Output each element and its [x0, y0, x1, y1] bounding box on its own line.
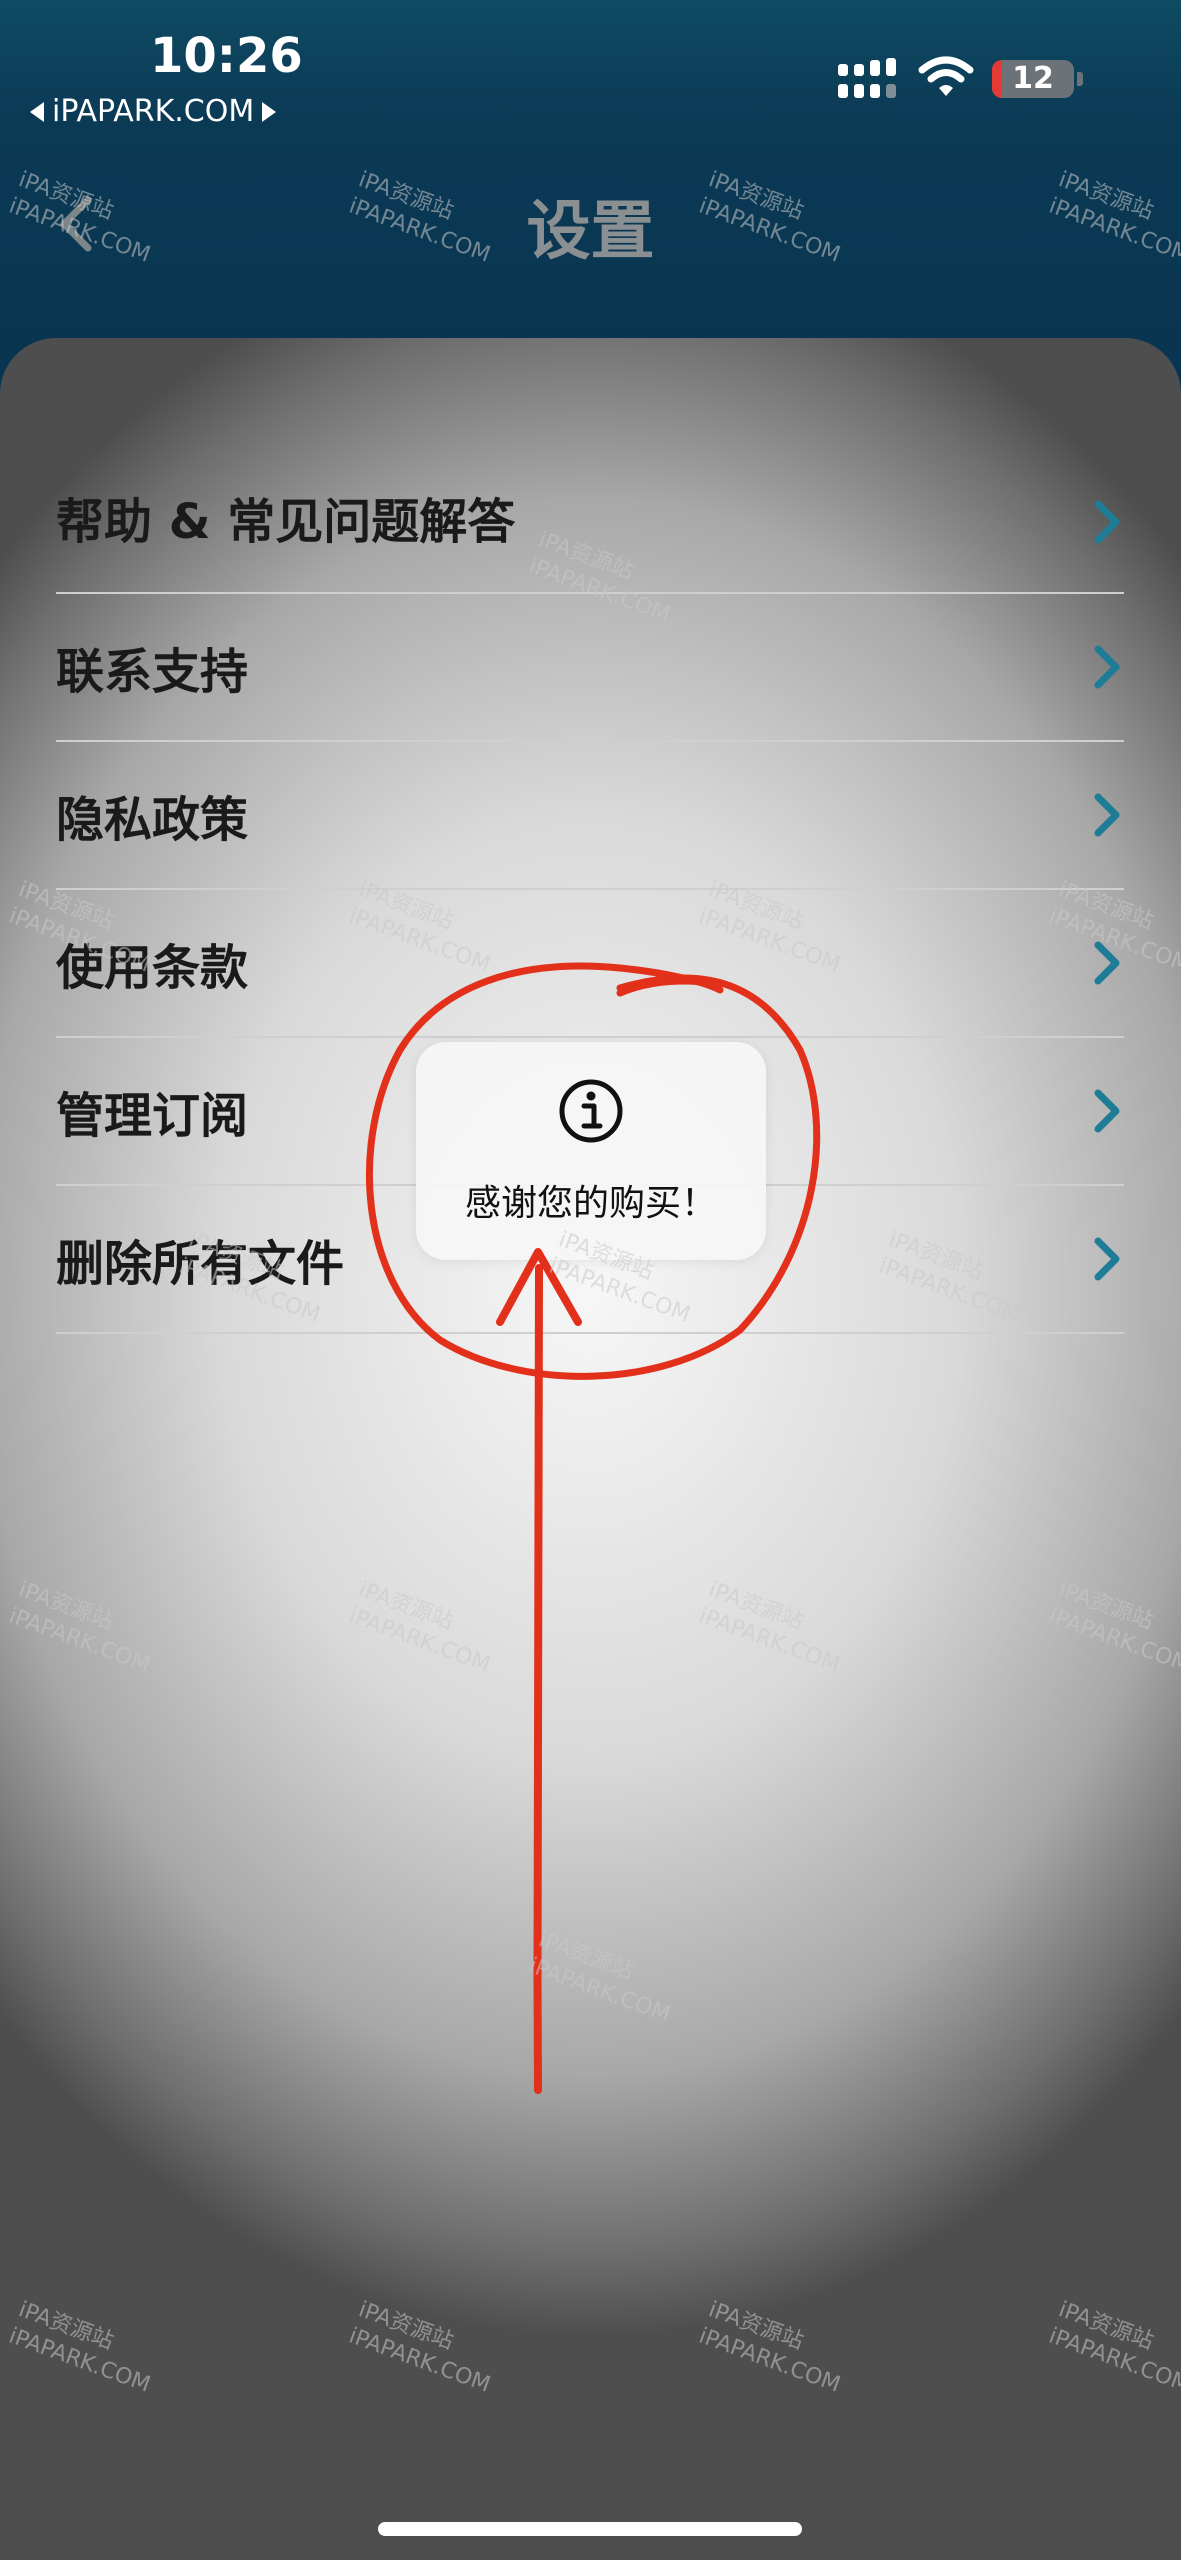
status-time: 10:26	[150, 28, 303, 84]
menu-item-terms-of-use[interactable]: 使用条款	[56, 890, 1124, 1038]
chevron-right-icon	[1094, 500, 1120, 544]
wifi-icon	[918, 56, 974, 96]
page-title: 设置	[526, 195, 655, 269]
info-icon	[559, 1079, 623, 1143]
home-indicator[interactable]	[378, 2522, 802, 2536]
back-to-app-link[interactable]: iPAPARK.COM	[30, 94, 277, 129]
menu-item-label: 管理订阅	[56, 1088, 249, 1144]
toast-message: 感谢您的购买！	[464, 1183, 717, 1224]
cellular-signal-icon	[838, 58, 896, 98]
chevron-right-icon	[1094, 793, 1120, 837]
settings-screen: 10:26 iPAPARK.COM 12 设置 帮助 & 常见问题解答 联系支持…	[0, 0, 1181, 2560]
triangle-left-icon	[30, 101, 44, 122]
back-app-label: iPAPARK.COM	[52, 94, 255, 129]
battery-indicator: 12	[992, 60, 1074, 98]
menu-item-contact-support[interactable]: 联系支持	[56, 594, 1124, 742]
chevron-right-icon	[1094, 1089, 1120, 1133]
menu-item-label: 联系支持	[56, 644, 249, 700]
purchase-toast: 感谢您的购买！	[416, 1042, 766, 1260]
triangle-right-icon	[262, 101, 277, 122]
chevron-right-icon	[1094, 645, 1120, 689]
status-bar: 10:26 iPAPARK.COM 12	[0, 0, 1181, 140]
battery-cap	[1077, 72, 1083, 86]
chevron-right-icon	[1094, 1237, 1120, 1281]
menu-item-label: 帮助 & 常见问题解答	[56, 494, 516, 550]
menu-item-privacy-policy[interactable]: 隐私政策	[56, 742, 1124, 890]
navigation-header: 设置	[0, 140, 1181, 340]
battery-percent: 12	[1012, 61, 1054, 96]
menu-item-label: 隐私政策	[56, 792, 249, 848]
settings-sheet: 帮助 & 常见问题解答 联系支持 隐私政策 使用条款 管理订阅 删除所有文件	[0, 338, 1181, 2560]
